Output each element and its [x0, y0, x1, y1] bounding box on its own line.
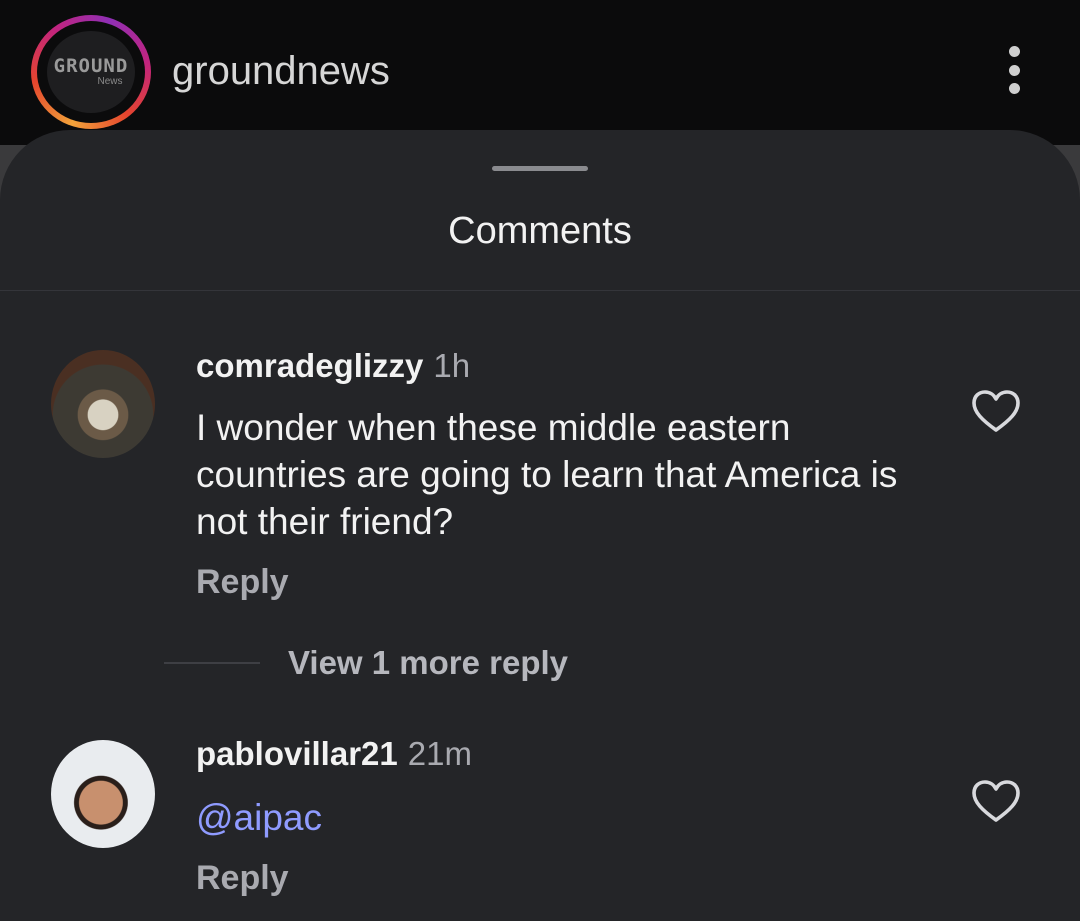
comment-username[interactable]: pablovillar21	[196, 735, 398, 772]
like-button[interactable]	[970, 778, 1022, 824]
ground-news-logo: GROUND News	[47, 31, 135, 113]
reply-button[interactable]: Reply	[196, 858, 289, 898]
commenter-avatar[interactable]	[51, 350, 155, 458]
divider	[0, 290, 1080, 291]
commenter-avatar[interactable]	[51, 740, 155, 848]
more-vertical-icon	[1008, 46, 1020, 57]
profile-header: GROUND News groundnews	[0, 0, 1080, 150]
logo-text: GROUND	[53, 55, 129, 77]
drag-handle[interactable]	[492, 166, 588, 171]
view-more-replies[interactable]: View 1 more reply	[164, 643, 568, 683]
comment-header: comradeglizzy 1h	[196, 346, 470, 386]
comment-username[interactable]: comradeglizzy	[196, 347, 423, 384]
view-more-replies-label: View 1 more reply	[288, 644, 569, 681]
account-avatar[interactable]: GROUND News	[31, 15, 151, 129]
mention-link[interactable]: @aipac	[196, 794, 936, 841]
heart-outline-icon	[972, 780, 1020, 822]
comment-timestamp: 21m	[407, 735, 472, 772]
replies-line	[164, 662, 260, 664]
sheet-title: Comments	[448, 210, 632, 252]
reply-button[interactable]: Reply	[196, 562, 289, 602]
heart-outline-icon	[972, 390, 1020, 432]
like-button[interactable]	[970, 388, 1022, 434]
comment-timestamp: 1h	[433, 347, 471, 384]
comment-text: I wonder when these middle eastern count…	[196, 407, 898, 542]
screen: GROUND News groundnews Comments comradeg…	[0, 0, 1080, 921]
account-name[interactable]: groundnews	[172, 48, 390, 94]
more-options-button[interactable]	[996, 40, 1032, 100]
comment-header: pablovillar21 21m	[196, 734, 472, 774]
logo-subtext: News	[97, 76, 123, 87]
